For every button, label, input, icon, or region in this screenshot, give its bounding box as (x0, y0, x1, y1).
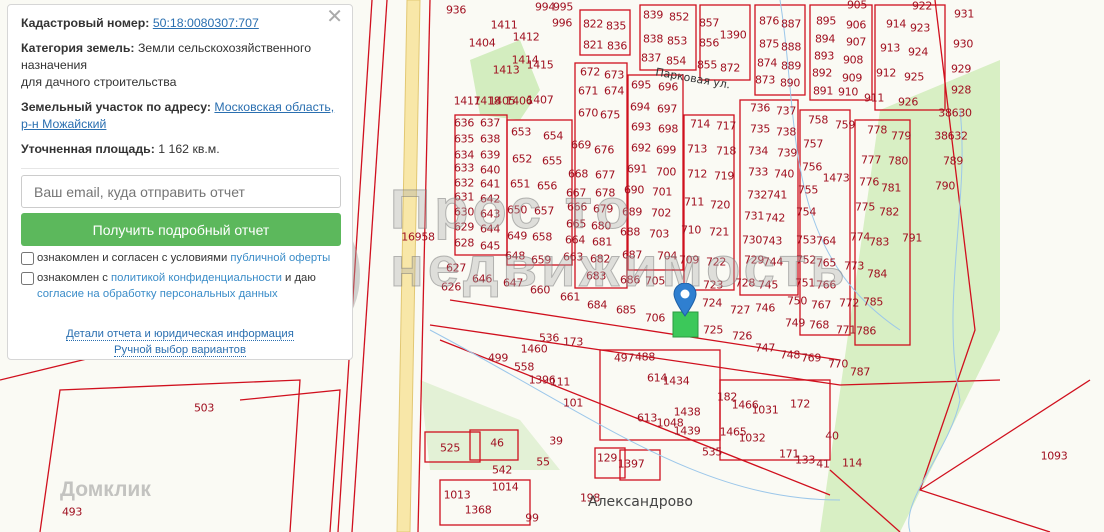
category-label: Категория земель: (21, 41, 135, 55)
area-value: 1 162 кв.м. (158, 142, 220, 156)
get-report-button[interactable]: Получить подробный отчет (21, 213, 341, 246)
village-label: Александрово (588, 494, 693, 510)
green-area-park (470, 40, 540, 120)
cadastral-number-link[interactable]: 50:18:0080307:707 (153, 16, 259, 30)
close-icon[interactable]: ✕ (326, 7, 343, 27)
consent-privacy-text: ознакомлен с (37, 272, 108, 284)
consent-offer-checkbox[interactable] (21, 252, 34, 265)
area-label: Уточненная площадь: (21, 142, 155, 156)
divider (21, 168, 339, 169)
personal-data-link[interactable]: согласие на обработку персональных данны… (37, 288, 278, 300)
report-details-link[interactable]: Детали отчета и юридическая информация (66, 328, 294, 341)
manual-selection-link[interactable]: Ручной выбор вариантов (114, 344, 246, 357)
green-area-south (420, 380, 560, 470)
map-pin-icon[interactable] (673, 283, 697, 317)
category-value-2: для дачного строительства (21, 75, 177, 89)
domclick-watermark: Домклик (60, 478, 151, 501)
consent-offer[interactable]: ознакомлен и согласен с условиями публич… (21, 250, 339, 266)
watermark-text: Прос то недвижимость (390, 177, 849, 298)
public-offer-link[interactable]: публичной оферты (230, 252, 330, 264)
parcel-info-panel: ✕ Кадастровый номер: 50:18:0080307:707 К… (7, 4, 353, 360)
address-label: Земельный участок по адресу: (21, 100, 211, 114)
privacy-policy-link[interactable]: политикой конфиденциальности (111, 272, 282, 284)
consent-privacy-mid: и даю (285, 272, 316, 284)
consent-privacy-checkbox[interactable] (21, 272, 34, 285)
consent-offer-text: ознакомлен и согласен с условиями (37, 252, 228, 264)
consent-privacy[interactable]: ознакомлен с политикой конфиденциальност… (21, 270, 339, 302)
email-input[interactable] (21, 175, 341, 208)
cadastral-label: Кадастровый номер: (21, 16, 150, 30)
